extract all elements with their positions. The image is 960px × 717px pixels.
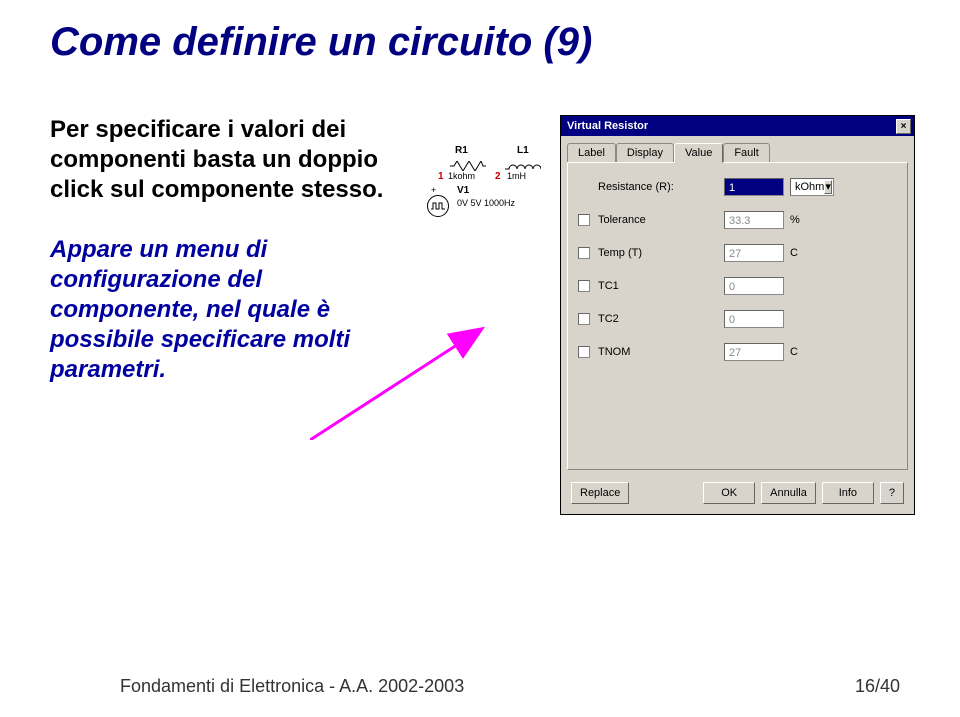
param-tc1: TC1 0 [578, 276, 897, 296]
tc1-unit [790, 277, 810, 295]
resistor-label: R1 [455, 145, 468, 156]
tnom-input[interactable]: 27 [724, 343, 784, 361]
dialog-title: Virtual Resistor [567, 120, 648, 132]
tnom-label: TNOM [598, 346, 724, 358]
slide-body: Per specificare i valori dei componenti … [50, 115, 390, 385]
tab-value[interactable]: Value [674, 143, 723, 163]
replace-button[interactable]: Replace [571, 482, 629, 504]
inductor-value: 1mH [507, 171, 526, 181]
pulse-source-icon: + [427, 195, 449, 217]
temp-label: Temp (T) [598, 247, 724, 259]
resistor-icon [450, 161, 486, 171]
paragraph-1: Per specificare i valori dei componenti … [50, 116, 383, 203]
node-2: 2 [495, 171, 501, 182]
cancel-button[interactable]: Annulla [761, 482, 816, 504]
tc1-checkbox[interactable] [578, 280, 590, 292]
close-button[interactable]: × [896, 119, 911, 134]
circuit-schematic: R1 L1 1 1kohm 2 1mH V1 0V 5V 1000Hz + [415, 135, 555, 255]
tab-display[interactable]: Display [616, 143, 674, 163]
resistance-input[interactable]: 1 [724, 178, 784, 196]
tc2-input[interactable]: 0 [724, 310, 784, 328]
resistance-unit: kOhm [795, 178, 824, 196]
tc1-input[interactable]: 0 [724, 277, 784, 295]
dialog-button-row: Replace OK Annulla Info ? [561, 476, 914, 514]
inductor-label: L1 [517, 145, 529, 156]
param-tnom: TNOM 27 C [578, 342, 897, 362]
info-button[interactable]: Info [822, 482, 874, 504]
tnom-checkbox[interactable] [578, 346, 590, 358]
chevron-down-icon: ▾ [824, 180, 832, 194]
tolerance-checkbox[interactable] [578, 214, 590, 226]
dialog-tabs: Label Display Value Fault [567, 142, 908, 162]
param-resistance: Resistance (R): 1 kOhm ▾ [578, 177, 897, 197]
dialog-titlebar[interactable]: Virtual Resistor × [561, 116, 914, 136]
temp-input[interactable]: 27 [724, 244, 784, 262]
resistor-value: 1kohm [448, 171, 475, 181]
node-1: 1 [438, 171, 444, 182]
temp-checkbox[interactable] [578, 247, 590, 259]
param-temp: Temp (T) 27 C [578, 243, 897, 263]
param-tc2: TC2 0 [578, 309, 897, 329]
virtual-resistor-dialog: Virtual Resistor × Label Display Value F… [560, 115, 915, 515]
tab-fault[interactable]: Fault [723, 143, 769, 163]
source-label: V1 [457, 185, 469, 196]
footer-page-number: 16/40 [855, 676, 900, 697]
tab-label[interactable]: Label [567, 143, 616, 163]
temp-unit: C [790, 244, 810, 262]
tolerance-unit: % [790, 211, 810, 229]
tolerance-label: Tolerance [598, 214, 724, 226]
tc2-unit [790, 310, 810, 328]
slide-title: Come definire un circuito (9) [50, 20, 592, 65]
param-tolerance: Tolerance 33.3 % [578, 210, 897, 230]
tc1-label: TC1 [598, 280, 724, 292]
source-value: 0V 5V 1000Hz [457, 198, 515, 208]
inductor-icon [505, 161, 541, 171]
help-button[interactable]: ? [880, 482, 904, 504]
resistance-unit-select[interactable]: kOhm ▾ [790, 178, 834, 196]
resistance-label: Resistance (R): [598, 181, 724, 193]
tolerance-input[interactable]: 33.3 [724, 211, 784, 229]
tnom-unit: C [790, 343, 810, 361]
tab-panel-value: Resistance (R): 1 kOhm ▾ Tolerance 33.3 … [567, 162, 908, 470]
footer-left: Fondamenti di Elettronica - A.A. 2002-20… [120, 676, 464, 697]
tc2-label: TC2 [598, 313, 724, 325]
tc2-checkbox[interactable] [578, 313, 590, 325]
ok-button[interactable]: OK [703, 482, 755, 504]
paragraph-2: Appare un menu di configurazione del com… [50, 236, 350, 383]
